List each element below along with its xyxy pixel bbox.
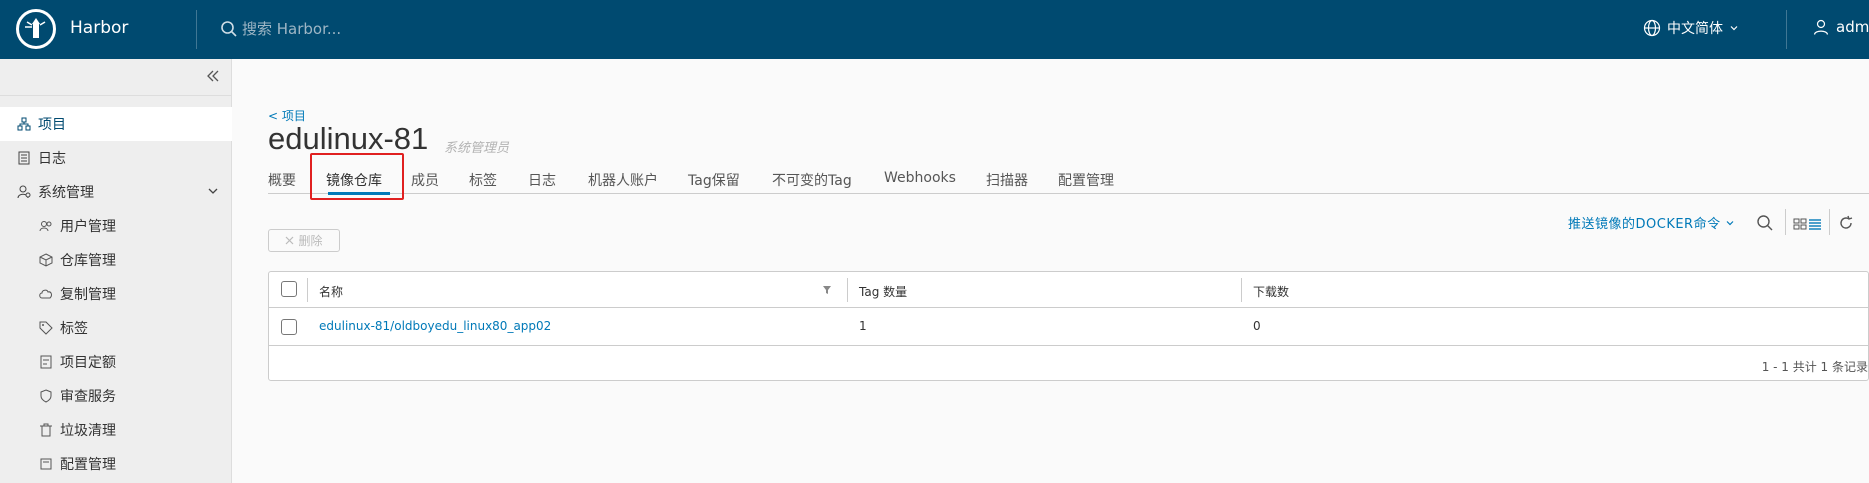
column-divider [307,278,308,302]
sidebar-item-label: 系统管理 [38,185,94,201]
sidebar-divider [0,95,232,96]
trash-icon [38,422,54,438]
push-command-dropdown[interactable]: 推送镜像的DOCKER命令 [1568,213,1735,232]
tab-tag-retention[interactable]: Tag保留 [688,170,740,190]
tab-summary[interactable]: 概要 [268,170,296,190]
tab-scanner[interactable]: 扫描器 [986,170,1028,190]
sidebar-item-label: 垃圾清理 [60,423,116,439]
chevron-down-icon [1726,221,1734,226]
registries-icon [38,252,54,268]
top-header: Harbor 搜索 Harbor... 中文简体 admin [0,0,1869,59]
sidebar-item-logs[interactable]: 日志 [0,141,232,175]
sidebar-item-label: 标签 [60,321,88,337]
quota-icon [38,354,54,370]
global-search[interactable]: 搜索 Harbor... [220,18,341,39]
sidebar-item-interrogation[interactable]: 审查服务 [0,379,232,413]
users-icon [38,218,54,234]
table-row[interactable]: edulinux-81/oldboyedu_linux80_app02 1 0 [269,308,1868,346]
sidebar-item-label: 审查服务 [60,389,116,405]
sidebar-item-gc[interactable]: 垃圾清理 [0,413,232,447]
highlight-box [310,153,404,200]
sidebar-item-label: 项目 [38,117,66,133]
collapse-sidebar-icon[interactable] [206,69,220,87]
column-header-tag-count[interactable]: Tag 数量 [859,283,907,300]
delete-label: 删除 [298,234,323,248]
replication-icon [38,286,54,302]
search-icon [221,20,237,37]
harbor-logo-icon[interactable] [16,9,56,49]
search-input[interactable]: 搜索 Harbor... [242,18,341,39]
projects-icon [16,116,32,132]
tag-count-cell: 1 [859,319,867,333]
sidebar-item-users[interactable]: 用户管理 [0,209,232,243]
header-divider [196,10,197,49]
sidebar-item-label: 用户管理 [60,219,116,235]
language-label: 中文简体 [1667,21,1723,37]
column-header-name[interactable]: 名称 [319,283,343,300]
push-command-label: 推送镜像的DOCKER命令 [1568,217,1721,232]
filter-icon[interactable] [822,285,832,295]
tab-configuration[interactable]: 配置管理 [1058,170,1114,190]
sidebar-item-label: 复制管理 [60,287,116,303]
card-view-icon[interactable] [1793,214,1807,232]
toolbar-divider [1829,209,1830,235]
sidebar-item-label: 项目定额 [60,355,116,371]
user-menu[interactable]: admin [1812,18,1869,36]
config-icon [38,456,54,472]
sidebar-item-labels[interactable]: 标签 [0,311,232,345]
sidebar-item-label: 配置管理 [60,457,116,473]
tab-logs[interactable]: 日志 [528,170,556,190]
role-label: 系统管理员 [444,141,510,156]
sidebar-item-projects[interactable]: 项目 [0,107,232,141]
delete-button[interactable]: 删除 [268,229,340,252]
sidebar-item-label: 仓库管理 [60,253,116,269]
logs-icon [16,150,32,166]
row-checkbox[interactable] [281,319,297,335]
tab-immutable-tag[interactable]: 不可变的Tag [772,170,852,190]
sidebar: 项目 日志 系统管理 用户管理 仓库管理 复制管理 标签 项目定额 审查服务 垃… [0,59,232,483]
language-selector[interactable]: 中文简体 [1643,18,1739,38]
table-header: 名称 Tag 数量 下载数 [269,272,1868,308]
main-content: < 项目 edulinux-81 系统管理员 概要 镜像仓库 成员 标签 日志 … [232,59,1869,483]
select-all-checkbox[interactable] [281,281,297,297]
tag-icon [38,320,54,336]
sidebar-item-config[interactable]: 配置管理 [0,447,232,481]
page-title: edulinux-81 [268,121,429,156]
user-name: admin [1836,18,1869,36]
refresh-icon[interactable] [1837,214,1855,232]
search-icon[interactable] [1756,214,1774,232]
sidebar-item-replication[interactable]: 复制管理 [0,277,232,311]
shield-icon [38,388,54,404]
brand-name[interactable]: Harbor [70,18,128,38]
sidebar-item-label: 日志 [38,151,66,167]
repository-name-link[interactable]: edulinux-81/oldboyedu_linux80_app02 [319,319,551,333]
close-icon [286,236,294,245]
tab-webhooks[interactable]: Webhooks [884,170,956,186]
column-header-pulls[interactable]: 下载数 [1253,283,1289,300]
chevron-down-icon[interactable] [206,184,220,198]
sidebar-item-quotas[interactable]: 项目定额 [0,345,232,379]
sidebar-item-registries[interactable]: 仓库管理 [0,243,232,277]
globe-icon [1643,19,1661,37]
project-tabs: 概要 镜像仓库 成员 标签 日志 机器人账户 Tag保留 不可变的Tag Web… [268,164,1869,195]
pagination-summary: 1 - 1 共计 1 条记录 [1761,360,1868,374]
sidebar-item-system-admin[interactable]: 系统管理 [0,175,232,209]
list-view-icon[interactable] [1808,214,1822,232]
column-divider [847,278,848,302]
system-admin-icon [16,184,32,200]
user-icon [1813,19,1829,35]
chevron-down-icon [1730,26,1738,31]
tab-members[interactable]: 成员 [411,170,439,190]
pull-count-cell: 0 [1253,319,1261,333]
repositories-table: 名称 Tag 数量 下载数 edulinux-81/oldboyedu_linu… [268,271,1869,381]
tab-labels[interactable]: 标签 [469,170,497,190]
toolbar-divider [1785,209,1786,235]
tab-robot-accounts[interactable]: 机器人账户 [588,170,658,190]
header-divider [1786,10,1787,49]
column-divider [1241,278,1242,302]
